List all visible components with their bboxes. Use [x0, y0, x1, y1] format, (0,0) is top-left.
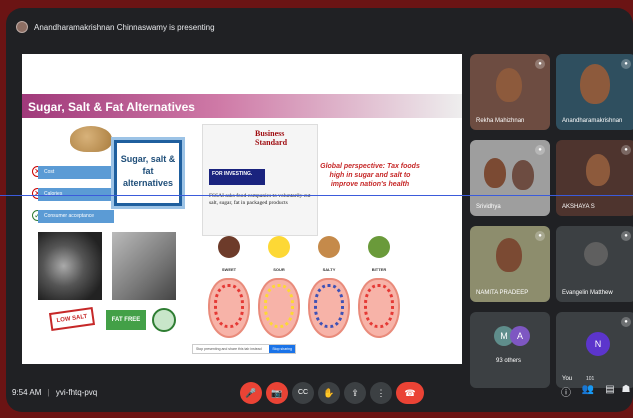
- mic-muted-icon: ●: [621, 59, 631, 69]
- people-icon[interactable]: 👥: [580, 384, 596, 395]
- meeting-info: 9:54 AM | yvi-fhtq-pvq: [12, 388, 97, 397]
- lemon-icon: [268, 236, 290, 258]
- global-perspective-text: Global perspective: Tax foods high in su…: [320, 163, 420, 188]
- participant-tile[interactable]: ● Rekha Mahizhnan: [470, 54, 550, 130]
- participant-face: [512, 160, 534, 190]
- fat-free-badge: FAT FREE: [106, 310, 146, 330]
- avatar: N: [586, 332, 610, 356]
- center-concept-box: Sugar, salt & fat alternatives: [114, 140, 182, 206]
- tongue-map: [208, 278, 250, 338]
- info-icon[interactable]: ⓘ: [558, 384, 574, 399]
- taste-label: SOUR: [273, 267, 285, 272]
- chat-icon[interactable]: ▤: [602, 384, 618, 395]
- tongue-map: [258, 278, 300, 338]
- participant-face: [586, 154, 610, 186]
- sharing-notice: Stop presenting and share this tab inste…: [192, 344, 296, 354]
- mic-muted-icon: ●: [621, 317, 631, 327]
- pretzel-icon: [318, 236, 340, 258]
- news-band: FOR INVESTING.: [209, 169, 265, 185]
- presenter-text: Anandharamakrishnan Chinnaswamy is prese…: [34, 22, 215, 32]
- slide-title: Sugar, Salt & Fat Alternatives: [28, 100, 195, 114]
- participant-name: Anandharamakrishnan: [562, 118, 623, 124]
- participant-name: AKSHAYA S: [562, 204, 595, 210]
- camera-toggle-button[interactable]: 📷: [266, 382, 288, 404]
- activities-icon[interactable]: ☗: [618, 384, 633, 395]
- participant-face: [496, 68, 522, 102]
- participant-tile[interactable]: ● Srividhya: [470, 140, 550, 216]
- captions-button[interactable]: CC: [292, 382, 314, 404]
- mic-muted-icon: ●: [535, 231, 545, 241]
- micrograph-image: [38, 232, 102, 300]
- cake-icon: [218, 236, 240, 258]
- news-brand: Business Standard: [255, 129, 288, 147]
- leave-call-button[interactable]: ☎: [396, 382, 424, 404]
- participant-tile[interactable]: ● AKSHAYA S: [556, 140, 633, 216]
- separator: |: [47, 388, 50, 397]
- micrograph-image: [112, 232, 176, 300]
- stop-sharing-button[interactable]: Stop sharing: [269, 345, 295, 353]
- tongue-map: [308, 278, 350, 338]
- low-salt-badge: LOW SALT: [48, 307, 96, 331]
- raise-hand-button[interactable]: ✋: [318, 382, 340, 404]
- meet-window: Anandharamakrishnan Chinnaswamy is prese…: [6, 8, 633, 412]
- participant-avatar: [584, 242, 608, 266]
- option-cost: Cost: [38, 166, 114, 179]
- tongue-map: [358, 278, 400, 338]
- seeds-image: [70, 126, 112, 152]
- taste-label: BITTER: [371, 267, 387, 272]
- mic-muted-icon: ●: [535, 145, 545, 155]
- participant-tile[interactable]: ● Anandharamakrishnan: [556, 54, 633, 130]
- participant-face: [484, 158, 506, 188]
- clock-time: 9:54 AM: [12, 388, 42, 397]
- participant-name: Srividhya: [476, 204, 501, 210]
- participant-tile[interactable]: ● Evangelin Matthew: [556, 226, 633, 302]
- participant-name: NAMITA PRADEEP: [476, 290, 529, 296]
- mic-muted-icon: ●: [535, 59, 545, 69]
- meeting-code: yvi-fhtq-pvq: [55, 388, 98, 397]
- mic-muted-icon: ●: [621, 231, 631, 241]
- annotation-line: [0, 195, 633, 196]
- news-clipping: Business Standard FOR INVESTING. FSSAI a…: [202, 124, 318, 236]
- participant-name: Rekha Mahizhnan: [476, 118, 525, 124]
- option-consumer-acceptance: Consumer acceptance: [38, 210, 114, 223]
- present-button[interactable]: ⇪: [344, 382, 366, 404]
- participant-face: [496, 238, 522, 272]
- presenter-banner: Anandharamakrishnan Chinnaswamy is prese…: [6, 8, 633, 46]
- mic-toggle-button[interactable]: 🎤: [240, 382, 262, 404]
- shared-screen: Sugar, Salt & Fat Alternatives ✕ Cost ✕ …: [22, 54, 462, 364]
- avatar: A: [510, 326, 530, 346]
- bottom-toolbar: 9:54 AM | yvi-fhtq-pvq 🎤 📷 CC ✋ ⇪ ⋮ ☎ ⓘ …: [6, 374, 633, 412]
- more-options-button[interactable]: ⋮: [370, 382, 392, 404]
- people-count: 101: [586, 376, 595, 382]
- taste-label: SWEET: [221, 267, 237, 272]
- participant-name: Evangelin Matthew: [562, 290, 613, 296]
- leaf-icon: [368, 236, 390, 258]
- others-count: 93 others: [496, 358, 522, 364]
- participant-face: [580, 64, 610, 104]
- participant-tile[interactable]: ● NAMITA PRADEEP: [470, 226, 550, 302]
- mic-muted-icon: ●: [621, 145, 631, 155]
- seal-icon: [152, 308, 176, 332]
- presenter-avatar: [16, 21, 28, 33]
- taste-label: SALTY: [322, 267, 336, 272]
- sharing-notice-text: Stop presenting and share this tab inste…: [196, 347, 262, 351]
